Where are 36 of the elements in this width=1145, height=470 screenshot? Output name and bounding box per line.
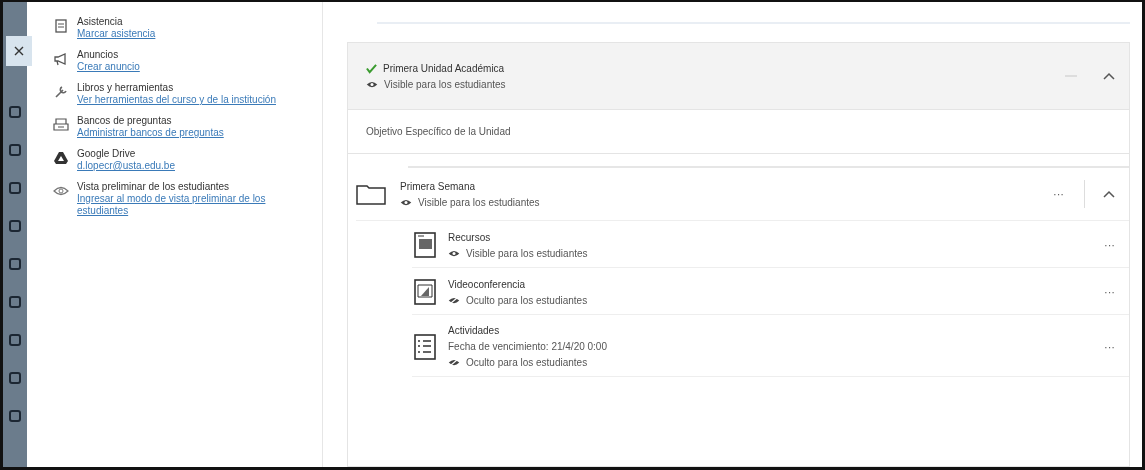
tool-link[interactable]: Marcar asistencia xyxy=(77,28,297,40)
tool-title: Anuncios xyxy=(77,49,120,61)
visibility-label[interactable]: Visible para los estudiantes xyxy=(466,247,588,259)
tool-title: Google Drive xyxy=(77,148,137,160)
item-title[interactable]: Videoconferencia xyxy=(448,278,1088,290)
unit-description: Objetivo Específico de la Unidad xyxy=(348,110,1129,154)
chevron-icon[interactable] xyxy=(1103,72,1115,80)
item-title[interactable]: Actividades xyxy=(448,325,1088,336)
printer-icon xyxy=(53,117,69,133)
due-date: Fecha de vencimiento: 21/4/20 0:00 xyxy=(448,341,608,352)
item-title[interactable]: Recursos xyxy=(448,231,1088,243)
tool-link[interactable]: Ver herramientas del curso y de la institución xyxy=(77,94,297,106)
tool-link[interactable]: d.lopecr@usta.edu.be xyxy=(77,160,297,172)
visibility-label[interactable]: Oculto para los estudiantes xyxy=(466,294,588,306)
tool-link[interactable]: Ingresar al modo de vista preliminar de los estudiantes xyxy=(77,193,297,217)
tool-link[interactable]: Administrar bancos de preguntas xyxy=(77,127,297,139)
close-button[interactable] xyxy=(6,36,32,66)
visibility-label[interactable]: Visible para los estudiantes xyxy=(384,78,506,90)
tool-title: Asistencia xyxy=(77,16,124,28)
visibility-label[interactable]: Visible para los estudiantes xyxy=(418,196,540,208)
megaphone-icon xyxy=(53,51,69,67)
visibility-label[interactable]: Oculto para los estudiantes xyxy=(466,357,588,368)
drive-icon xyxy=(53,150,69,166)
tool-title: Bancos de preguntas xyxy=(77,115,173,127)
tool-title: Vista preliminar de los estudiantes xyxy=(77,181,231,193)
folder-icon xyxy=(356,183,386,205)
video-document-icon xyxy=(412,278,438,306)
wrench-icon xyxy=(53,84,69,100)
tool-title: Libros y herramientas xyxy=(77,82,175,94)
checklist-icon xyxy=(412,332,438,361)
clipboard-icon xyxy=(53,18,69,34)
unit-title[interactable]: Primera Unidad Académica xyxy=(383,62,505,74)
tool-link[interactable]: Crear anuncio xyxy=(77,61,297,73)
week-title[interactable]: Primera Semana xyxy=(400,180,1041,192)
chevron-icon[interactable] xyxy=(1103,190,1115,198)
close-icon xyxy=(14,46,24,56)
